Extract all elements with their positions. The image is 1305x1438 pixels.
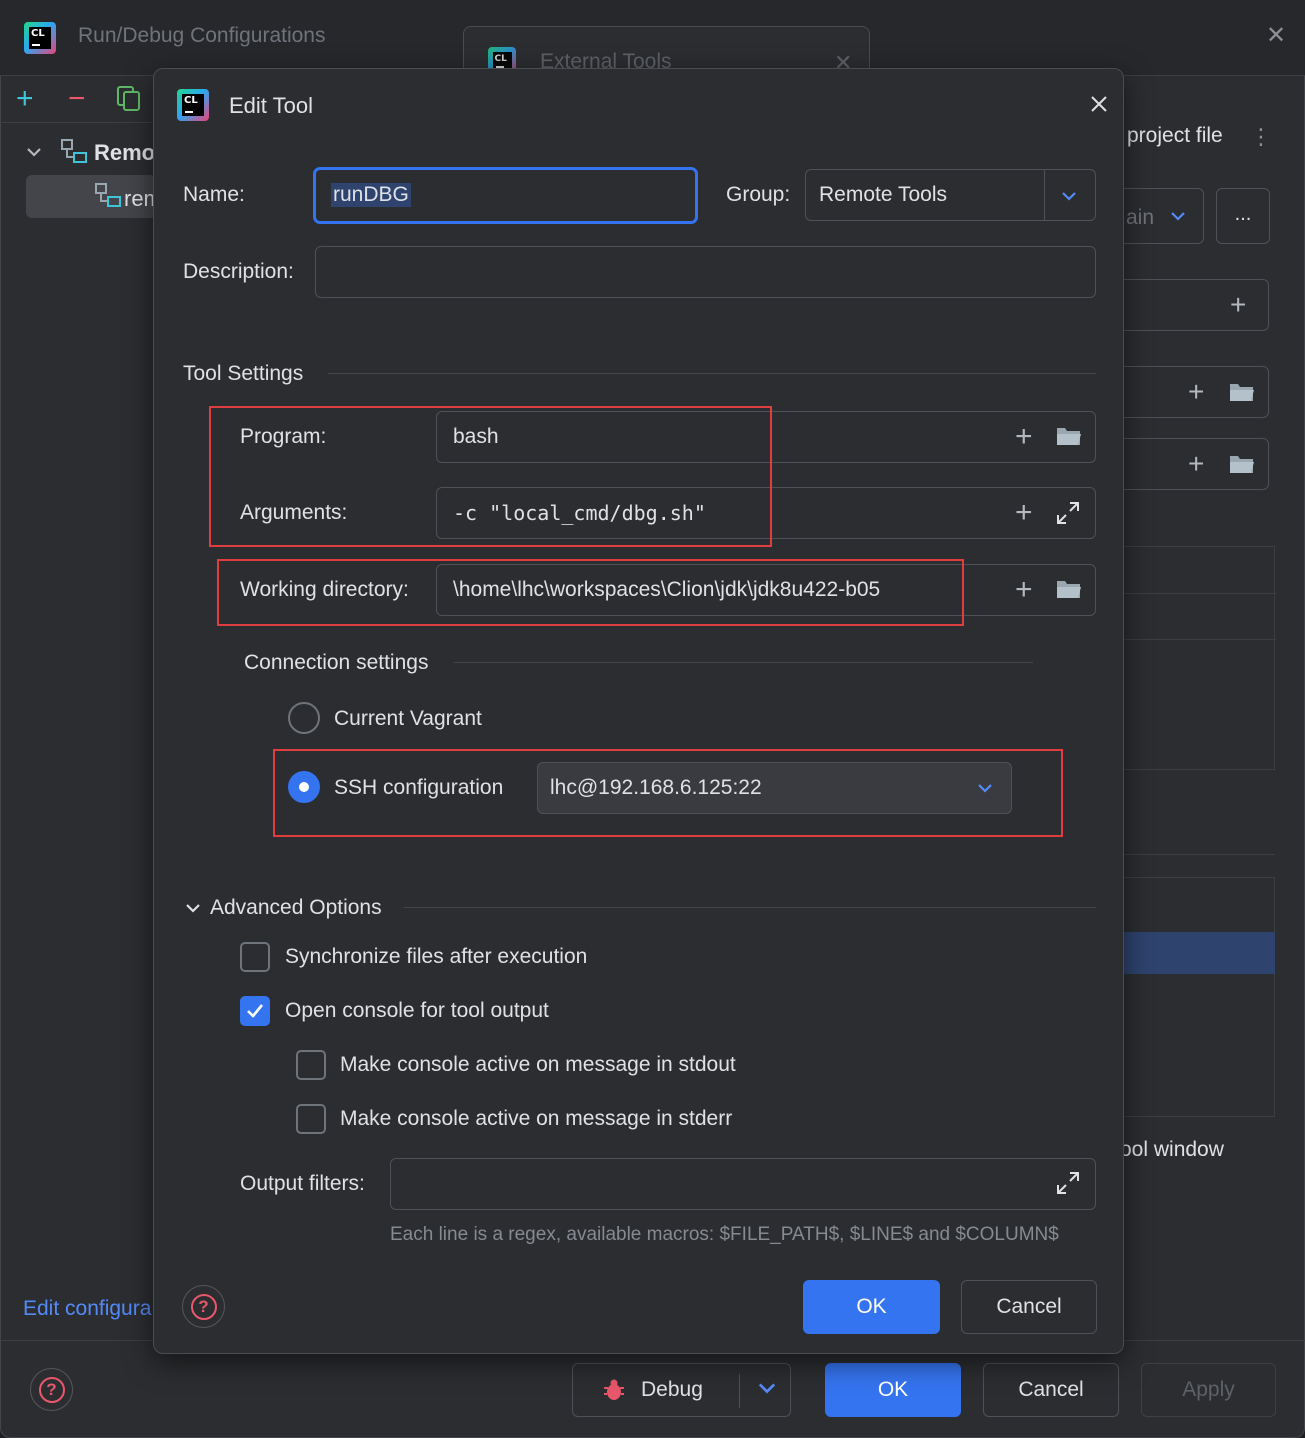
window-title: Run/Debug Configurations xyxy=(78,24,326,47)
folder-icon[interactable] xyxy=(1228,380,1256,404)
description-label: Description: xyxy=(183,260,294,283)
divider xyxy=(1044,170,1045,220)
plus-icon[interactable]: + xyxy=(1188,450,1204,478)
group-label: Group: xyxy=(726,183,791,206)
tool-settings-heading: Tool Settings xyxy=(183,362,304,385)
active-stdout-label[interactable]: Make console active on message in stdout xyxy=(340,1053,736,1077)
highlight-box xyxy=(209,406,772,547)
active-stderr-label[interactable]: Make console active on message in stderr xyxy=(340,1107,732,1131)
dialog-title: Edit Tool xyxy=(229,93,313,118)
current-vagrant-radio[interactable] xyxy=(288,702,320,734)
section-divider xyxy=(454,662,1033,663)
output-filters-input[interactable] xyxy=(390,1158,1096,1210)
browse-button[interactable]: ... xyxy=(1216,188,1270,244)
checkmark-icon xyxy=(247,1004,264,1018)
expand-icon[interactable] xyxy=(1055,1170,1081,1196)
folder-icon[interactable] xyxy=(1055,577,1083,601)
add-icon[interactable]: + xyxy=(16,84,34,114)
folder-icon[interactable] xyxy=(1055,424,1083,448)
list-peek xyxy=(1110,877,1275,1117)
cancel-button[interactable]: Cancel xyxy=(983,1363,1119,1417)
cancel-button[interactable]: Cancel xyxy=(961,1280,1097,1334)
divider xyxy=(0,122,153,123)
edit-configuration-templates-link[interactable]: Edit configura xyxy=(23,1297,151,1321)
apply-button[interactable]: Apply xyxy=(1141,1363,1276,1417)
insert-macro-plus-icon[interactable]: + xyxy=(1015,498,1033,528)
open-console-checkbox[interactable] xyxy=(240,996,270,1026)
chevron-down-icon[interactable] xyxy=(183,898,203,918)
close-icon[interactable] xyxy=(1087,92,1111,116)
divider xyxy=(739,1374,740,1408)
target-combo-value: ain xyxy=(1126,206,1155,229)
section-divider xyxy=(404,907,1096,908)
output-filters-label: Output filters: xyxy=(240,1172,365,1195)
divider xyxy=(1110,854,1275,855)
synchronize-files-checkbox[interactable] xyxy=(240,942,270,972)
name-input-value: runDBG xyxy=(331,183,411,207)
remote-tool-icon xyxy=(95,183,121,207)
section-divider xyxy=(328,373,1096,374)
connection-settings-heading: Connection settings xyxy=(244,651,429,674)
remote-tools-icon xyxy=(61,139,87,163)
chevron-down-icon[interactable] xyxy=(755,1376,779,1400)
ok-button[interactable]: OK xyxy=(803,1280,940,1334)
folder-icon[interactable] xyxy=(1228,452,1256,476)
chevron-down-icon[interactable] xyxy=(1168,206,1188,226)
more-options-icon[interactable]: ⋮ xyxy=(1250,124,1272,150)
group-combo-value: Remote Tools xyxy=(819,183,948,206)
plus-icon[interactable]: + xyxy=(1230,291,1246,319)
plus-icon[interactable]: + xyxy=(1188,378,1204,406)
insert-macro-plus-icon[interactable]: + xyxy=(1015,575,1033,605)
open-console-label[interactable]: Open console for tool output xyxy=(285,999,549,1023)
highlight-box xyxy=(273,749,1063,837)
current-vagrant-label[interactable]: Current Vagrant xyxy=(334,707,482,731)
store-as-project-file-label[interactable]: project file xyxy=(1127,124,1223,148)
clion-logo-icon: CL xyxy=(177,89,209,121)
debug-button[interactable]: Debug xyxy=(572,1363,791,1417)
tool-window-label: ool window xyxy=(1120,1138,1224,1161)
list-item-selected[interactable] xyxy=(1110,932,1275,974)
active-stderr-checkbox[interactable] xyxy=(296,1104,326,1134)
synchronize-files-label[interactable]: Synchronize files after execution xyxy=(285,945,587,969)
list-peek xyxy=(1110,546,1276,770)
help-icon: ? xyxy=(38,1376,65,1403)
help-button[interactable]: ? xyxy=(182,1285,225,1328)
description-input[interactable] xyxy=(315,246,1096,298)
clion-logo-icon: CL xyxy=(24,22,56,54)
expand-icon[interactable] xyxy=(1055,500,1081,526)
target-combo[interactable] xyxy=(1110,188,1204,244)
close-icon[interactable]: ✕ xyxy=(1266,24,1286,48)
insert-macro-plus-icon[interactable]: + xyxy=(1015,422,1033,452)
active-stdout-checkbox[interactable] xyxy=(296,1050,326,1080)
ok-button[interactable]: OK xyxy=(825,1363,961,1417)
output-filters-hint: Each line is a regex, available macros: … xyxy=(390,1224,1059,1245)
highlight-box xyxy=(217,559,964,626)
help-icon: ? xyxy=(190,1293,217,1320)
copy-icon[interactable] xyxy=(117,86,141,112)
chevron-down-icon[interactable] xyxy=(24,142,44,162)
remove-icon[interactable]: − xyxy=(68,84,86,114)
help-button[interactable]: ? xyxy=(30,1368,73,1411)
tree-group-label[interactable]: Remo xyxy=(94,140,155,166)
bug-icon xyxy=(604,1379,624,1400)
advanced-options-heading[interactable]: Advanced Options xyxy=(210,896,382,920)
chevron-down-icon[interactable] xyxy=(1059,186,1079,206)
name-label: Name: xyxy=(183,183,245,206)
debug-label: Debug xyxy=(641,1378,703,1401)
